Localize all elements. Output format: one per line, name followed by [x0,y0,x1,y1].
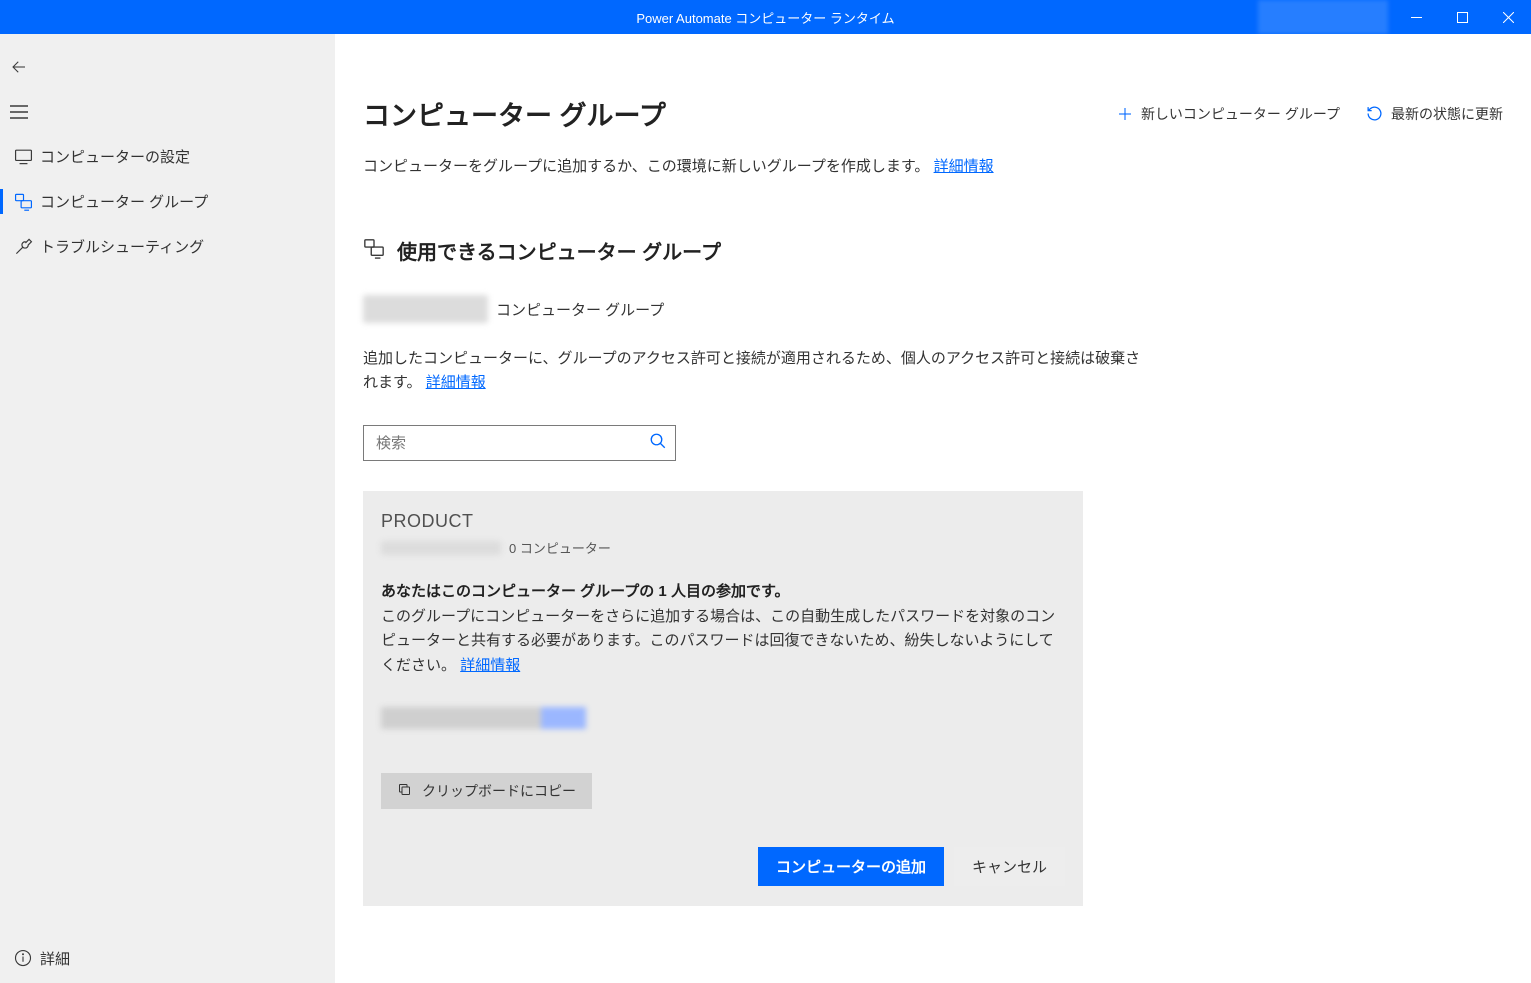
user-badge[interactable] [1258,0,1388,34]
page-description: コンピューターをグループに追加するか、この環境に新しいグループを作成します。 詳… [363,155,1503,176]
card-message-body: このグループにコンピューターをさらに追加する場合は、この自動生成したパスワードを… [381,605,1065,679]
learn-more-link[interactable]: 詳細情報 [934,158,994,175]
hamburger-button[interactable] [0,89,335,134]
redacted-text [381,541,501,555]
back-button[interactable] [0,44,335,89]
sidebar-item-groups[interactable]: コンピューター グループ [0,179,335,224]
plus-icon [1117,106,1133,122]
sidebar-item-troubleshoot[interactable]: トラブルシューティング [0,224,335,269]
sidebar-footer-label: 詳細 [40,948,70,969]
learn-more-link[interactable]: 詳細情報 [426,374,486,391]
new-group-label: 新しいコンピューター グループ [1141,104,1340,124]
sidebar: コンピューターの設定 コンピューター グループ トラブルシューティング 詳細 [0,34,335,983]
arrow-left-icon [10,58,36,76]
copy-label: クリップボードにコピー [422,781,576,801]
info-icon [14,949,40,967]
minimize-button[interactable] [1393,0,1439,34]
refresh-label: 最新の状態に更新 [1391,104,1503,124]
page-title: コンピューター グループ [363,94,666,133]
sidebar-footer-details[interactable]: 詳細 [0,933,335,983]
maximize-button[interactable] [1439,0,1485,34]
sidebar-item-label: トラブルシューティング [40,236,204,257]
redacted-text [363,295,488,323]
search-input[interactable] [376,435,649,452]
search-icon[interactable] [649,432,667,455]
card-message-heading: あなたはこのコンピューター グループの 1 人目の参加です。 [381,579,1065,605]
window-title: Power Automate コンピューター ランタイム [636,8,894,27]
sidebar-item-settings[interactable]: コンピューターの設定 [0,134,335,179]
computer-group-icon [14,192,40,211]
content: コンピューター グループ 新しいコンピューター グループ 最新の状態に更新 コン… [335,34,1531,983]
search-box[interactable] [363,425,676,461]
titlebar: Power Automate コンピューター ランタイム [0,0,1531,34]
section-description: 追加したコンピューターに、グループのアクセス許可と接続が適用されるため、個人のア… [363,347,1143,395]
add-computer-button[interactable]: コンピューターの追加 [758,847,944,886]
refresh-icon [1366,105,1383,122]
wrench-icon [14,237,40,256]
card-title: PRODUCT [381,511,1065,532]
copy-icon [397,782,412,800]
cancel-button[interactable]: キャンセル [954,847,1065,886]
refresh-button[interactable]: 最新の状態に更新 [1366,104,1503,124]
sidebar-item-label: コンピューターの設定 [40,146,190,167]
titlebar-controls [1258,0,1531,34]
sidebar-item-label: コンピューター グループ [40,191,208,212]
group-label: コンピューター グループ [496,299,664,320]
section-title: 使用できるコンピューター グループ [397,236,721,265]
close-button[interactable] [1485,0,1531,34]
computer-group-icon [363,237,385,264]
group-card: PRODUCT 0 コンピューター あなたはこのコンピューター グループの 1 … [363,491,1083,906]
computer-count: 0 コンピューター [509,538,611,557]
hamburger-icon [10,104,36,120]
new-group-button[interactable]: 新しいコンピューター グループ [1117,104,1340,124]
learn-more-link[interactable]: 詳細情報 [460,657,520,674]
password-redacted [381,707,586,729]
monitor-icon [14,147,40,166]
copy-clipboard-button[interactable]: クリップボードにコピー [381,773,592,809]
